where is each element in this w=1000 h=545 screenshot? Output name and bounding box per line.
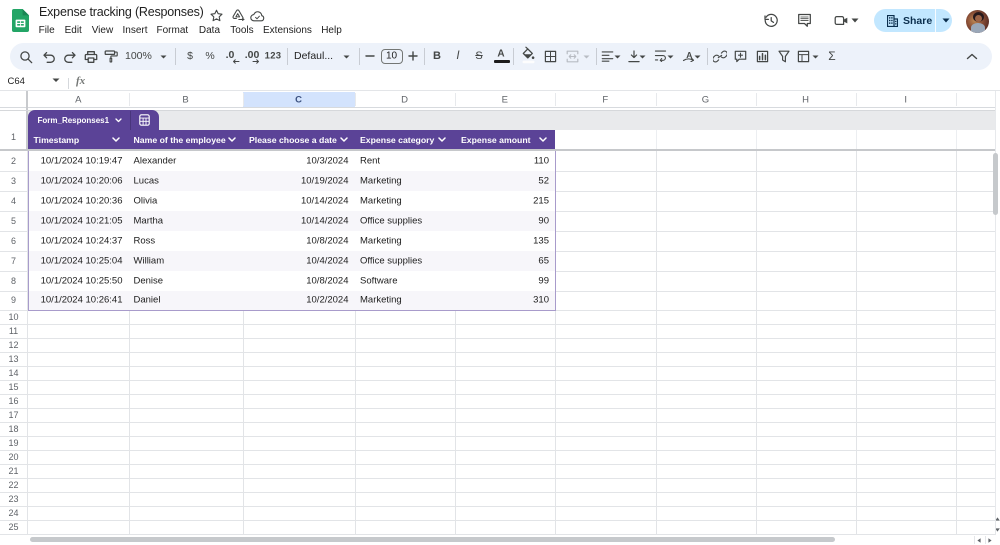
svg-text:A: A — [686, 50, 692, 60]
